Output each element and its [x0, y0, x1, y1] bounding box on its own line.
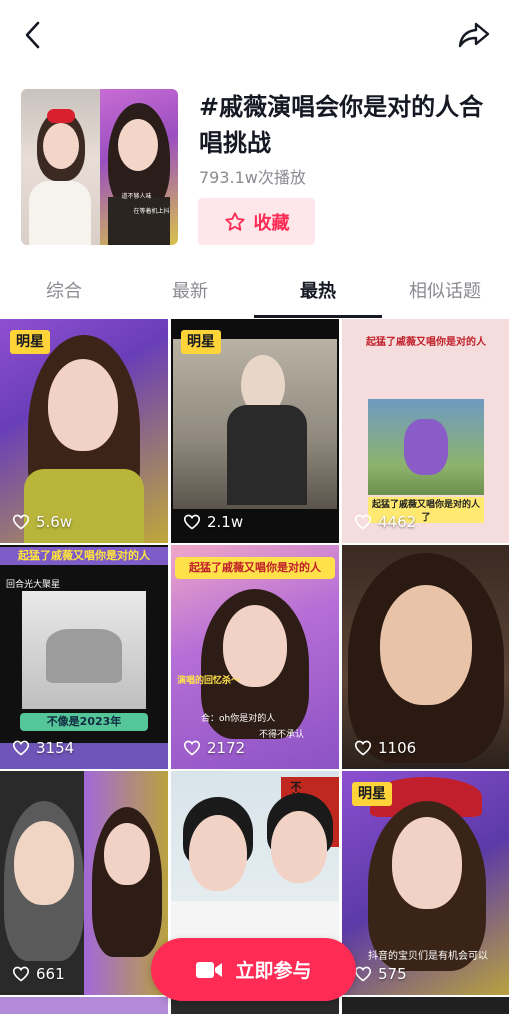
cover-bow [47, 109, 75, 123]
tab-similar-topics[interactable]: 相似话题 [395, 270, 495, 318]
celebrity-badge: 明星 [10, 330, 50, 354]
like-count: 1106 [354, 739, 416, 757]
video-caption: 抖音的宝贝们是有机会可以 [368, 951, 488, 962]
star-outline-icon [224, 211, 245, 231]
cover-caption-1: 道不够人味 [121, 193, 152, 200]
like-count-value: 661 [36, 965, 65, 983]
cover-right-panel: 道不够人味 在等着机上抖 [99, 89, 178, 245]
video-top-text: 起猛了戚薇又唱你是对的人 [0, 547, 168, 565]
video-overlay-2: 合：oh你是对的人 [201, 714, 276, 724]
like-count-value: 2.1w [207, 513, 244, 531]
cover-dress [107, 197, 170, 245]
share-button[interactable] [455, 18, 493, 52]
celebrity-badge: 明星 [181, 330, 221, 354]
video-character [404, 419, 448, 475]
top-bar [0, 0, 509, 70]
cover-face-2 [117, 119, 158, 171]
video-card[interactable]: 明星 2.1w [171, 319, 339, 543]
video-thumbnail [342, 997, 509, 1014]
heart-outline-icon [12, 966, 30, 982]
back-button[interactable] [16, 18, 50, 52]
video-card[interactable]: 起猛了戚薇又唱你是对的人 起猛了戚薇又唱你是对的人了 4462 [342, 319, 509, 543]
video-card[interactable]: 明星 5.6w [0, 319, 168, 543]
video-face [392, 817, 462, 909]
tab-comprehensive[interactable]: 综合 [14, 270, 114, 318]
video-face [189, 815, 247, 891]
video-card-partial[interactable] [342, 997, 509, 1014]
topic-title: #戚薇演唱会你是对的人合唱挑战 [199, 93, 484, 157]
video-card-partial[interactable] [0, 997, 168, 1014]
video-top-text: 起猛了戚薇又唱你是对的人 [175, 557, 335, 579]
like-count: 4462 [354, 513, 416, 531]
video-card[interactable]: 起猛了戚薇又唱你是对的人 回合光大聚星 不像是2023年 3154 [0, 545, 168, 769]
like-count-value: 575 [378, 965, 407, 983]
video-jacket [227, 405, 307, 505]
video-card[interactable]: 661 [0, 771, 168, 995]
video-bottom-text: 不像是2023年 [20, 713, 148, 731]
active-tab-indicator [254, 315, 382, 318]
like-count-value: 2172 [207, 739, 246, 757]
heart-outline-icon [183, 740, 201, 756]
like-count-value: 5.6w [36, 513, 73, 531]
video-corner-text: 回合光大聚星 [6, 580, 61, 590]
video-face [380, 585, 472, 705]
tab-latest[interactable]: 最新 [140, 270, 240, 318]
heart-outline-icon [183, 514, 201, 530]
favorite-button[interactable]: 收藏 [198, 198, 315, 245]
video-overlay-3: 不得不承认 [259, 730, 305, 740]
video-card[interactable]: 明星 抖音的宝贝们是有机会可以 575 [342, 771, 509, 995]
video-outfit [24, 469, 144, 543]
video-face [48, 359, 118, 451]
cover-shirt [29, 181, 91, 245]
video-face-2 [271, 811, 327, 883]
cover-face [43, 123, 79, 169]
tab-hottest[interactable]: 最热 [268, 270, 368, 318]
topic-header: 道不够人味 在等着机上抖 #戚薇演唱会你是对的人合唱挑战 793.1w次播放 收… [21, 89, 491, 245]
heart-outline-icon [12, 514, 30, 530]
chevron-left-icon [25, 21, 40, 49]
tab-bar: 综合 最新 最热 相似话题 [0, 270, 509, 318]
favorite-label: 收藏 [253, 212, 290, 234]
video-overlay-1: 演唱的回忆杀～ [177, 676, 241, 686]
like-count-value: 4462 [378, 513, 417, 531]
like-count: 5.6w [12, 513, 72, 531]
like-count: 3154 [12, 739, 74, 757]
join-challenge-label: 立即参与 [235, 960, 312, 982]
heart-outline-icon [354, 966, 372, 982]
video-top-text: 起猛了戚薇又唱你是对的人 [366, 337, 486, 348]
like-count: 661 [12, 965, 65, 983]
join-challenge-button[interactable]: 立即参与 [151, 938, 356, 1001]
cover-caption-2: 在等着机上抖 [133, 208, 170, 215]
like-count-value: 3154 [36, 739, 75, 757]
like-count: 2172 [183, 739, 245, 757]
video-dogs [46, 629, 122, 683]
video-grid: 明星 5.6w 明星 2.1w 起猛了戚薇又唱你是对的人 起猛了戚薇又唱你是对的… [0, 319, 509, 1014]
video-face [14, 821, 74, 905]
celebrity-badge: 明星 [352, 782, 392, 806]
cover-left-panel [21, 89, 100, 245]
video-camera-icon [196, 961, 223, 978]
video-card[interactable]: 1106 [342, 545, 509, 769]
like-count: 2.1w [183, 513, 243, 531]
video-face-2 [104, 823, 150, 885]
play-count: 793.1w次播放 [199, 168, 306, 187]
video-thumbnail [0, 997, 168, 1014]
heart-outline-icon [354, 740, 372, 756]
like-count: 575 [354, 965, 407, 983]
share-arrow-icon [458, 22, 490, 48]
heart-outline-icon [354, 514, 372, 530]
like-count-value: 1106 [378, 739, 417, 757]
video-card[interactable]: 起猛了戚薇又唱你是对的人 演唱的回忆杀～ 合：oh你是对的人 不得不承认 217… [171, 545, 339, 769]
heart-outline-icon [12, 740, 30, 756]
topic-cover-image[interactable]: 道不够人味 在等着机上抖 [21, 89, 178, 245]
